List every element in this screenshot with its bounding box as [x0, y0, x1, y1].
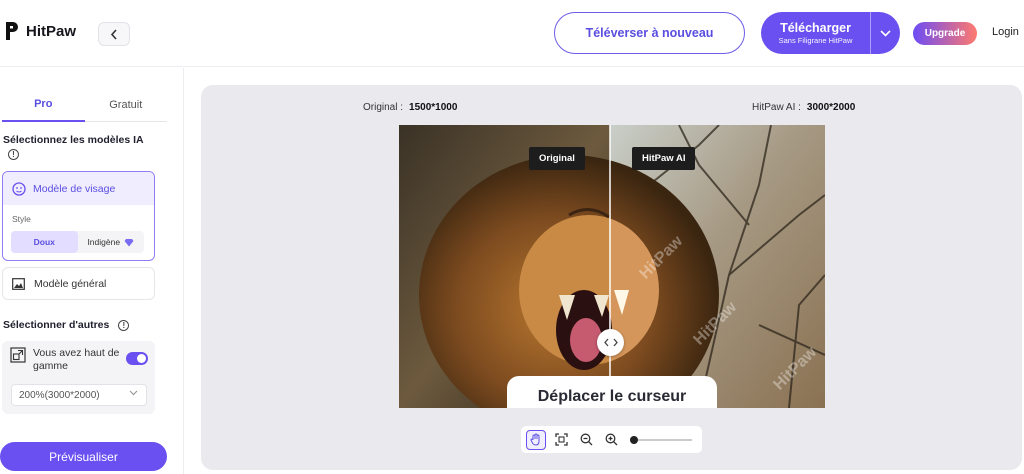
reupload-button[interactable]: Téléverser à nouveau: [554, 12, 745, 54]
zoom-in-button[interactable]: [601, 430, 621, 450]
pan-tool-button[interactable]: [526, 429, 546, 450]
style-option-label: Doux: [33, 237, 55, 247]
info-icon[interactable]: !: [8, 149, 19, 160]
others-title-text: Sélectionner d'autres: [3, 319, 110, 331]
tab-gratuit[interactable]: Gratuit: [84, 88, 167, 122]
zoom-slider[interactable]: [630, 433, 692, 447]
high-end-label: Vous avez haut de gamme: [33, 347, 120, 372]
style-option-label: Indigène: [87, 237, 121, 247]
login-link[interactable]: Login: [992, 26, 1019, 38]
info-icon[interactable]: !: [118, 320, 130, 331]
style-label: Style: [12, 214, 31, 224]
zoom-out-icon: [580, 433, 592, 446]
ai-res-label: HitPaw AI :: [752, 102, 801, 113]
upgrade-button[interactable]: Upgrade: [913, 22, 977, 45]
chevron-down-icon: [129, 390, 138, 396]
fit-screen-button[interactable]: [551, 430, 571, 450]
tab-pro[interactable]: Pro: [2, 88, 85, 122]
high-end-toggle[interactable]: [126, 352, 148, 365]
original-resolution: Original : 1500*1000: [363, 102, 457, 113]
general-model-label: Modèle général: [34, 277, 107, 290]
resolution-select[interactable]: 200%(3000*2000): [11, 384, 147, 406]
style-option-indigene[interactable]: Indigène: [78, 231, 145, 253]
zoom-toolbar: [521, 426, 702, 453]
zoom-in-icon: [605, 433, 617, 446]
resolution-value: 200%(3000*2000): [19, 389, 100, 401]
comparison-image[interactable]: HitPaw HitPaw HitPaw Original HitPaw AI …: [399, 125, 825, 408]
drag-hint-tooltip: Déplacer le curseur: [507, 376, 717, 408]
comparison-slider-handle[interactable]: [597, 329, 624, 356]
zoom-slider-thumb[interactable]: [630, 435, 638, 444]
style-selector: Doux Indigène: [11, 231, 144, 253]
settings-sidebar: Pro Gratuit Sélectionnez les modèles IA …: [0, 68, 184, 474]
hand-icon: [530, 433, 540, 446]
ai-tag: HitPaw AI: [632, 147, 696, 170]
face-model-card[interactable]: Modèle de visage Style Doux Indigène: [2, 171, 155, 261]
ai-res-value: 3000*2000: [806, 102, 856, 113]
ai-resolution: HitPaw AI : 3000*2000: [752, 102, 855, 113]
face-model-label: Modèle de visage: [33, 182, 116, 195]
preview-button[interactable]: Prévisualiser: [0, 442, 167, 471]
download-button-group: Télécharger Sans Filigrane HitPaw: [761, 12, 900, 54]
hitpaw-logo-icon: [6, 22, 18, 40]
dropdown-chevron-icon: [880, 29, 891, 37]
diamond-icon: [124, 238, 134, 246]
original-res-label: Original :: [363, 102, 404, 113]
download-sublabel: Sans Filigrane HitPaw: [778, 35, 853, 45]
image-icon: [12, 277, 25, 290]
face-icon: [12, 181, 26, 196]
brand-name: HitPaw: [26, 22, 77, 40]
download-label: Télécharger: [780, 20, 851, 35]
others-title: Sélectionner d'autres !: [3, 319, 130, 331]
download-button[interactable]: Télécharger Sans Filigrane HitPaw: [761, 12, 870, 54]
lion-photo: [399, 125, 825, 408]
high-end-card: Vous avez haut de gamme 200%(3000*2000): [2, 341, 155, 414]
drag-arrows-icon: [603, 338, 618, 347]
style-option-doux[interactable]: Doux: [11, 231, 78, 253]
top-bar: HitPaw Téléverser à nouveau Télécharger …: [0, 0, 1024, 67]
brand-logo[interactable]: HitPaw: [4, 20, 76, 42]
back-chevron-icon: [110, 28, 117, 40]
plan-tabs: Pro Gratuit: [2, 88, 167, 122]
preview-canvas: Original : 1500*1000 HitPaw AI : 3000*2000: [201, 85, 1022, 470]
resize-icon: [10, 347, 26, 363]
download-options-button[interactable]: [870, 12, 900, 54]
original-res-value: 1500*1000: [409, 102, 458, 113]
ai-models-title: Sélectionnez les modèles IA: [3, 134, 144, 146]
back-button[interactable]: [98, 22, 130, 46]
crop-icon: [554, 433, 568, 446]
original-tag: Original: [529, 147, 585, 170]
face-model-header[interactable]: Modèle de visage: [3, 172, 154, 205]
general-model-card[interactable]: Modèle général: [2, 267, 155, 300]
zoom-out-button[interactable]: [576, 430, 596, 450]
